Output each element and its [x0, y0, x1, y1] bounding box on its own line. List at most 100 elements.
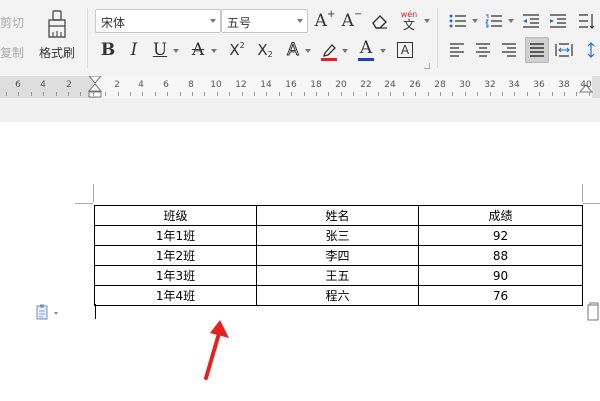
ruler-label: 14 [260, 80, 272, 90]
superscript-minus-icon: − [353, 9, 363, 20]
table-row: 1年2班 李四 88 [94, 245, 583, 266]
table-cell[interactable]: 1年2班 [94, 245, 257, 266]
bullet-list-button[interactable] [446, 9, 470, 33]
text-effect-button[interactable]: A [282, 38, 304, 62]
ruler-tick [440, 92, 441, 96]
ruler-tick [56, 92, 57, 96]
table-cell[interactable]: 92 [418, 225, 583, 246]
header-cell[interactable]: 班级 [94, 205, 257, 226]
justify-button[interactable] [525, 37, 549, 63]
ruler-label: 10 [210, 80, 222, 90]
margin-corner-mark [583, 203, 600, 204]
format-painter-button[interactable]: 格式刷 [32, 4, 82, 64]
ruler-label: 12 [235, 80, 247, 90]
chevron-down-icon [508, 19, 514, 23]
margin-corner-mark [93, 184, 94, 202]
table-row: 1年1班 张三 92 [94, 225, 583, 246]
align-left-button[interactable] [446, 38, 468, 62]
ruler-label: 32 [484, 80, 496, 90]
ruler-tick [341, 92, 342, 96]
chevron-down-icon [173, 49, 179, 53]
ruler-tick [105, 92, 106, 96]
table-cell[interactable]: 90 [418, 265, 583, 286]
annotation-arrow-icon [204, 320, 229, 380]
ruler-tick [428, 92, 429, 96]
chinese-layout-button[interactable] [576, 9, 598, 33]
chevron-down-icon [424, 19, 430, 23]
align-center-button[interactable] [472, 38, 494, 62]
table-cell[interactable]: 1年3班 [94, 265, 257, 286]
ruler-tick [18, 92, 19, 96]
document-side-icon [587, 302, 599, 321]
table-cell[interactable]: 李四 [256, 245, 419, 266]
ruler-tick [328, 92, 329, 96]
italic-button[interactable]: I [124, 38, 144, 62]
align-left-icon [450, 43, 464, 57]
ruler-label: 24 [384, 80, 396, 90]
table-cell[interactable]: 1年4班 [94, 285, 257, 306]
margin-corner-mark [582, 184, 583, 202]
distributed-button[interactable] [553, 38, 575, 62]
cut-button[interactable]: 剪切 [0, 14, 24, 31]
ruler-tick [80, 92, 81, 96]
line-spacing-button[interactable] [582, 38, 600, 62]
ruler-tick [254, 92, 255, 96]
table-cell[interactable]: 张三 [256, 225, 419, 246]
table-row: 1年4班 程六 76 [94, 285, 583, 306]
ruler-label: 18 [310, 80, 322, 90]
bold-button[interactable]: B [98, 38, 118, 62]
table-cell[interactable]: 1年1班 [94, 225, 257, 246]
horizontal-ruler[interactable]: 6 4 2 2 4 6 8 10 12 14 16 18 20 22 24 26 28 30 32 34 36 38 40 [0, 76, 600, 98]
ruler-tick [155, 92, 156, 96]
header-cell[interactable]: 成绩 [418, 205, 583, 226]
ruler-tick [502, 92, 503, 96]
chevron-down-icon [342, 49, 348, 53]
strikethrough-button[interactable]: A [188, 38, 208, 62]
ruler-tick [316, 92, 317, 96]
ruler-tick [378, 92, 379, 96]
chinese-layout-icon [579, 14, 595, 29]
header-cell[interactable]: 姓名 [256, 205, 419, 226]
decrease-indent-button[interactable] [519, 9, 543, 33]
font-size-select[interactable]: 五号 [221, 9, 308, 33]
highlight-color-bar [321, 58, 337, 61]
format-painter-icon [48, 10, 66, 38]
font-name-value: 宋体 [101, 16, 126, 30]
ruler-tick [552, 92, 553, 96]
paste-options-button[interactable] [35, 304, 61, 320]
underline-button[interactable]: U [150, 38, 170, 62]
shrink-font-button[interactable]: A − [340, 9, 364, 33]
character-border-button[interactable]: A [394, 38, 416, 62]
font-color-button[interactable]: A [355, 36, 377, 60]
clear-format-button[interactable] [368, 9, 392, 33]
ruler-label: 6 [163, 80, 169, 90]
ruler-tick [415, 92, 416, 96]
grow-font-button[interactable]: A + [313, 9, 337, 33]
font-dialog-launcher-icon[interactable] [424, 63, 430, 69]
increase-indent-button[interactable] [546, 9, 570, 33]
table-cell[interactable]: 王五 [256, 265, 419, 286]
ruler-label: 8 [188, 80, 194, 90]
page-top-gap [0, 98, 600, 122]
table-cell[interactable]: 88 [418, 245, 583, 266]
side-panel-icon[interactable] [586, 302, 600, 322]
font-name-select[interactable]: 宋体 [95, 9, 221, 33]
ruler-label: 4 [138, 80, 144, 90]
table-cell[interactable]: 程六 [256, 285, 419, 306]
ruler-tick [6, 92, 7, 96]
ruler-tick [242, 92, 243, 96]
ruler-tick [180, 92, 181, 96]
align-right-button[interactable] [498, 38, 520, 62]
data-table[interactable]: 班级 姓名 成绩 1年1班 张三 92 1年2班 李四 88 1年3班 王五 9… [94, 205, 583, 306]
superscript-button[interactable]: X2 [224, 38, 250, 62]
indent-marker-icon[interactable] [88, 76, 102, 98]
copy-button[interactable]: 复制 [0, 44, 24, 61]
subscript-button[interactable]: X2 [252, 38, 278, 62]
ruler-tick [514, 92, 515, 96]
numbered-list-button[interactable] [482, 9, 506, 33]
ruler-tick [477, 92, 478, 96]
increase-indent-icon [550, 14, 566, 28]
table-cell[interactable]: 76 [418, 285, 583, 306]
phonetic-guide-button[interactable]: wén 文 [396, 9, 422, 33]
bullet-list-icon [449, 14, 466, 28]
